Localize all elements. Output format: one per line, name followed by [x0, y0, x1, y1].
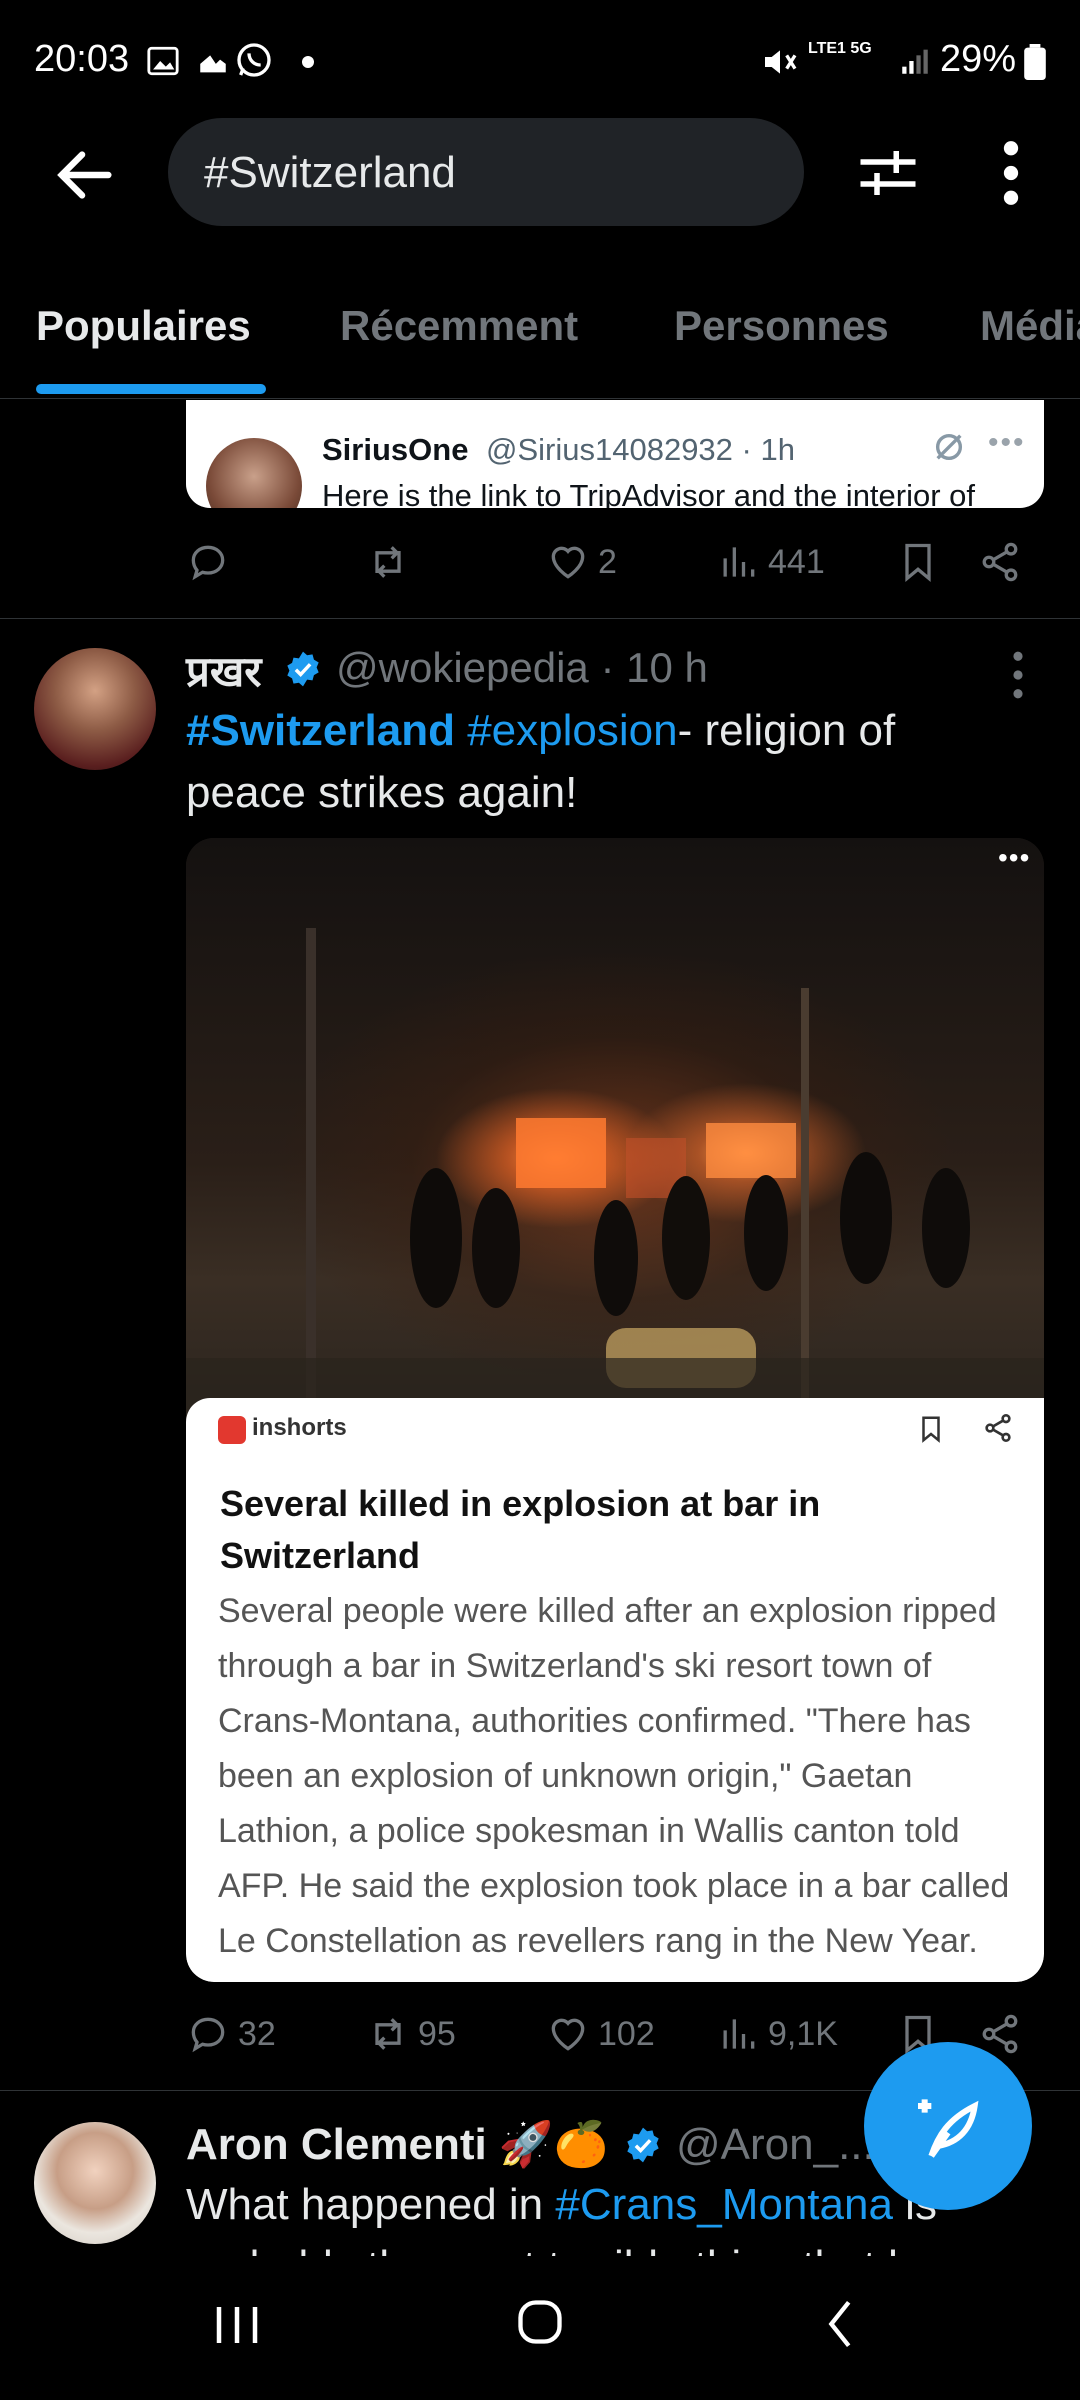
news-photo	[186, 838, 1044, 1428]
quoted-avatar	[206, 438, 302, 508]
avatar[interactable]	[34, 648, 156, 770]
media-more-icon[interactable]: •••	[998, 842, 1030, 874]
reply-button[interactable]	[186, 540, 238, 584]
verified-badge-icon	[627, 2127, 659, 2163]
views-button[interactable]: 9,1K	[716, 2012, 838, 2056]
tweet-divider	[0, 618, 1080, 619]
fire-scene-illustration	[186, 928, 1044, 1428]
recent-apps-icon[interactable]	[210, 2302, 264, 2348]
compose-button[interactable]	[864, 2042, 1032, 2210]
views-icon	[723, 2019, 755, 2049]
author-handle[interactable]: @Aron_...	[676, 2120, 875, 2170]
back-arrow-icon[interactable]	[50, 140, 120, 210]
retweet-button[interactable]	[366, 540, 418, 584]
share-icon[interactable]	[978, 540, 1022, 584]
notification-dot-icon	[302, 56, 314, 68]
tweet-more-icon[interactable]	[1010, 650, 1026, 700]
signal-icon	[902, 49, 928, 74]
search-input[interactable]: #Switzerland	[168, 118, 804, 226]
tab-recemment[interactable]: Récemment	[340, 302, 578, 350]
status-time: 20:03	[34, 38, 130, 80]
like-button[interactable]: 2	[546, 540, 617, 584]
quoted-tweet-text: Here is the link to TripAdvisor and the …	[322, 478, 976, 508]
reply-icon	[191, 545, 225, 581]
gallery-icon	[147, 46, 179, 76]
avatar[interactable]	[34, 2122, 156, 2244]
retweet-button[interactable]: 95	[366, 2012, 456, 2056]
reply-button[interactable]: 32	[186, 2012, 276, 2056]
hashtag-link[interactable]: #Crans_Montana	[555, 2180, 893, 2229]
retweet-icon	[375, 2018, 401, 2050]
article-summary: Several people were killed after an expl…	[218, 1592, 1010, 1960]
tweet-text: #Switzerland #explosion- religion of pea…	[186, 700, 1026, 824]
article-share-icon[interactable]	[982, 1412, 1014, 1444]
battery-icon	[1024, 44, 1046, 80]
whatsapp-icon	[237, 43, 271, 77]
bookmark-icon[interactable]	[896, 540, 940, 584]
tab-medias[interactable]: Médias	[980, 302, 1080, 350]
article-actions	[890, 1398, 1044, 1458]
source-name: inshorts	[252, 1414, 347, 1441]
mute-icon	[765, 50, 797, 74]
network-indicator: LTE1 5G	[808, 40, 872, 57]
tab-personnes[interactable]: Personnes	[674, 302, 889, 350]
retweet-icon	[375, 546, 401, 578]
hashtag-link[interactable]: #Switzerland	[186, 706, 455, 755]
article-bookmark-icon[interactable]	[916, 1412, 946, 1446]
battery-percent: 29%	[940, 38, 1017, 80]
home-icon[interactable]	[514, 2296, 566, 2348]
compose-feather-icon	[918, 2099, 979, 2158]
status-bar: 20:03 LTE1 5G 29%	[0, 0, 1080, 120]
verified-badge-icon	[287, 651, 319, 687]
author-name[interactable]: Aron Clementi 🚀🍊	[186, 2118, 609, 2170]
like-button[interactable]: 102	[546, 2012, 655, 2056]
grok-icon[interactable]	[932, 430, 966, 464]
quoted-author-name: SiriusOne	[322, 432, 469, 467]
more-vertical-icon[interactable]	[996, 140, 1026, 206]
tab-populaires[interactable]: Populaires	[36, 302, 251, 350]
quoted-more-icon[interactable]: •••	[988, 426, 1026, 460]
article-title: Several killed in explosion at bar in Sw…	[220, 1483, 821, 1576]
inshorts-logo-icon	[218, 1416, 246, 1444]
views-button[interactable]: 441	[716, 540, 825, 584]
heart-icon	[551, 546, 585, 579]
link-preview-card[interactable]: ••• inshorts Several killed in explosion…	[186, 838, 1044, 1982]
tabs-divider	[0, 398, 1080, 399]
filter-icon[interactable]	[855, 140, 921, 206]
author-handle[interactable]: @wokiepedia · 10 h	[336, 644, 708, 692]
quoted-tweet-card[interactable]: SiriusOne @Sirius14082932 · 1h ••• Here …	[186, 400, 1044, 508]
active-tab-indicator	[36, 384, 266, 394]
app-notification-icon	[200, 55, 226, 73]
author-name[interactable]: प्रखर	[186, 642, 261, 699]
nav-back-icon[interactable]	[822, 2298, 858, 2350]
reply-icon	[191, 2017, 225, 2053]
heart-icon	[551, 2018, 585, 2051]
search-value: #Switzerland	[204, 148, 456, 197]
hashtag-link[interactable]: #explosion	[467, 706, 677, 755]
views-icon	[723, 547, 755, 577]
quoted-author-handle: @Sirius14082932 · 1h	[486, 432, 795, 467]
